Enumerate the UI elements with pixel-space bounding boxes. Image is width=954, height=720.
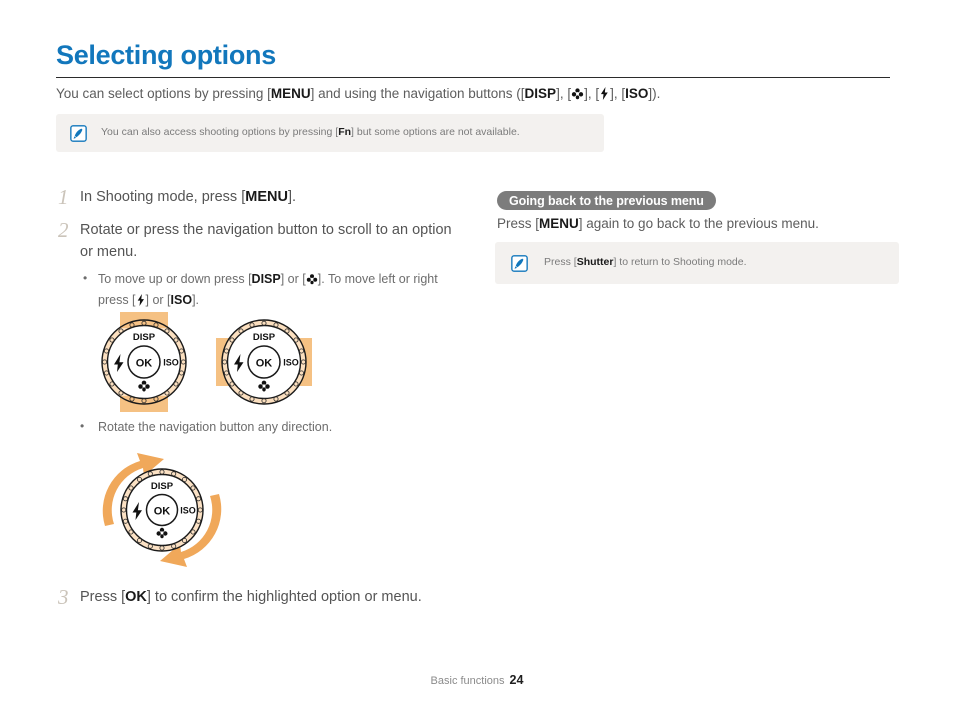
macro-flower-icon (306, 272, 318, 291)
key-shutter: Shutter (576, 256, 614, 269)
step-3-number: 3 (58, 585, 69, 609)
svg-text:OK: OK (154, 506, 171, 518)
step-2-bullets: To move up or down press [DISP] or []. T… (80, 269, 458, 312)
dial-updown: OK DISP ISO (88, 312, 200, 412)
svg-text:ISO: ISO (163, 358, 179, 368)
step-1-key: MENU (245, 189, 288, 205)
svg-text:DISP: DISP (151, 481, 174, 492)
bullet-text-5: ]. (192, 292, 200, 307)
flash-bolt-icon (136, 293, 146, 312)
step-3-text-after: ] to confirm the highlighted option or m… (146, 589, 422, 605)
intro-text-3: ], [ (556, 86, 572, 101)
step-3-text: Press [OK] to confirm the highlighted op… (80, 586, 422, 608)
right-column-paragraph: Press [MENU] again to go back to the pre… (497, 214, 897, 234)
svg-text:OK: OK (136, 358, 153, 370)
step-3-text-before: Press [ (80, 589, 126, 605)
section-heading-pill: Going back to the previous menu (497, 191, 716, 210)
dial-leftright: OK DISP ISO (208, 312, 320, 412)
intro-text-5: ], [ (610, 86, 626, 101)
intro-text-1: You can select options by pressing [ (56, 86, 271, 101)
svg-text:OK: OK (256, 358, 273, 370)
note-box-right: Press [Shutter] to return to Shooting mo… (495, 242, 899, 284)
step-1-number: 1 (58, 185, 69, 209)
svg-text:DISP: DISP (133, 332, 156, 343)
footer-page-number: 24 (509, 673, 524, 687)
note-right-text-2: ] to return to Shooting mode. (613, 256, 747, 269)
title-divider (56, 77, 890, 78)
note-pen-icon (511, 254, 528, 272)
key-ok: OK (125, 589, 147, 605)
note-box-top: You can also access shooting options by … (56, 114, 604, 152)
dial-rotate: OK DISP ISO (92, 448, 232, 570)
step-3: 3 Press [OK] to confirm the highlighted … (58, 586, 478, 608)
note-top-text-2: ] but some options are not available. (351, 126, 520, 139)
intro-paragraph: You can select options by pressing [MENU… (56, 84, 896, 106)
note-pen-icon (70, 124, 87, 142)
step-2-text: Rotate or press the navigation button to… (80, 222, 452, 261)
key-disp: DISP (524, 86, 557, 101)
note-right-text: Press [Shutter] to return to Shooting mo… (544, 256, 747, 270)
footer-section: Basic functions (430, 675, 505, 687)
right-text-before: Press [ (497, 216, 540, 231)
step-1-text-before: In Shooting mode, press [ (80, 189, 246, 205)
svg-text:DISP: DISP (253, 332, 276, 343)
key-iso: ISO (625, 86, 649, 101)
key-disp: DISP (251, 271, 281, 286)
note-top-text: You can also access shooting options by … (101, 126, 520, 140)
intro-text-6: ]). (648, 86, 661, 101)
page-title: Selecting options (56, 40, 276, 70)
note-top-text-1: You can also access shooting options by … (101, 126, 339, 139)
key-fn: Fn (338, 126, 352, 139)
intro-text-2: ] and using the navigation buttons ([ (310, 86, 525, 101)
note-right-text-1: Press [ (544, 256, 577, 269)
intro-text-4: ], [ (584, 86, 600, 101)
bullet-text-1: To move up or down press [ (98, 271, 252, 286)
key-iso: ISO (170, 292, 193, 307)
list-item: To move up or down press [DISP] or []. T… (80, 269, 458, 312)
step-2-number: 2 (58, 218, 69, 242)
key-menu: MENU (270, 86, 311, 101)
step-1-text: In Shooting mode, press [MENU]. (80, 186, 296, 208)
macro-flower-icon (571, 86, 584, 106)
step-2: 2 Rotate or press the navigation button … (58, 219, 458, 311)
step-1-text-after: ]. (287, 189, 297, 205)
step-1: 1 In Shooting mode, press [MENU]. (58, 186, 478, 208)
bullet-text-4: ] or [ (145, 292, 171, 307)
svg-text:ISO: ISO (283, 358, 299, 368)
right-text-after: ] again to go back to the previous menu. (578, 216, 819, 231)
svg-text:ISO: ISO (180, 506, 196, 516)
page-footer: Basic functions 24 (0, 673, 954, 687)
rotate-bullet: Rotate the navigation button any directi… (80, 419, 332, 434)
manual-page: Selecting options You can select options… (0, 0, 954, 720)
key-menu: MENU (539, 216, 579, 231)
bullet-text-2: ] or [ (280, 271, 306, 286)
step-2-body: Rotate or press the navigation button to… (80, 219, 458, 311)
flash-bolt-icon (599, 86, 610, 106)
